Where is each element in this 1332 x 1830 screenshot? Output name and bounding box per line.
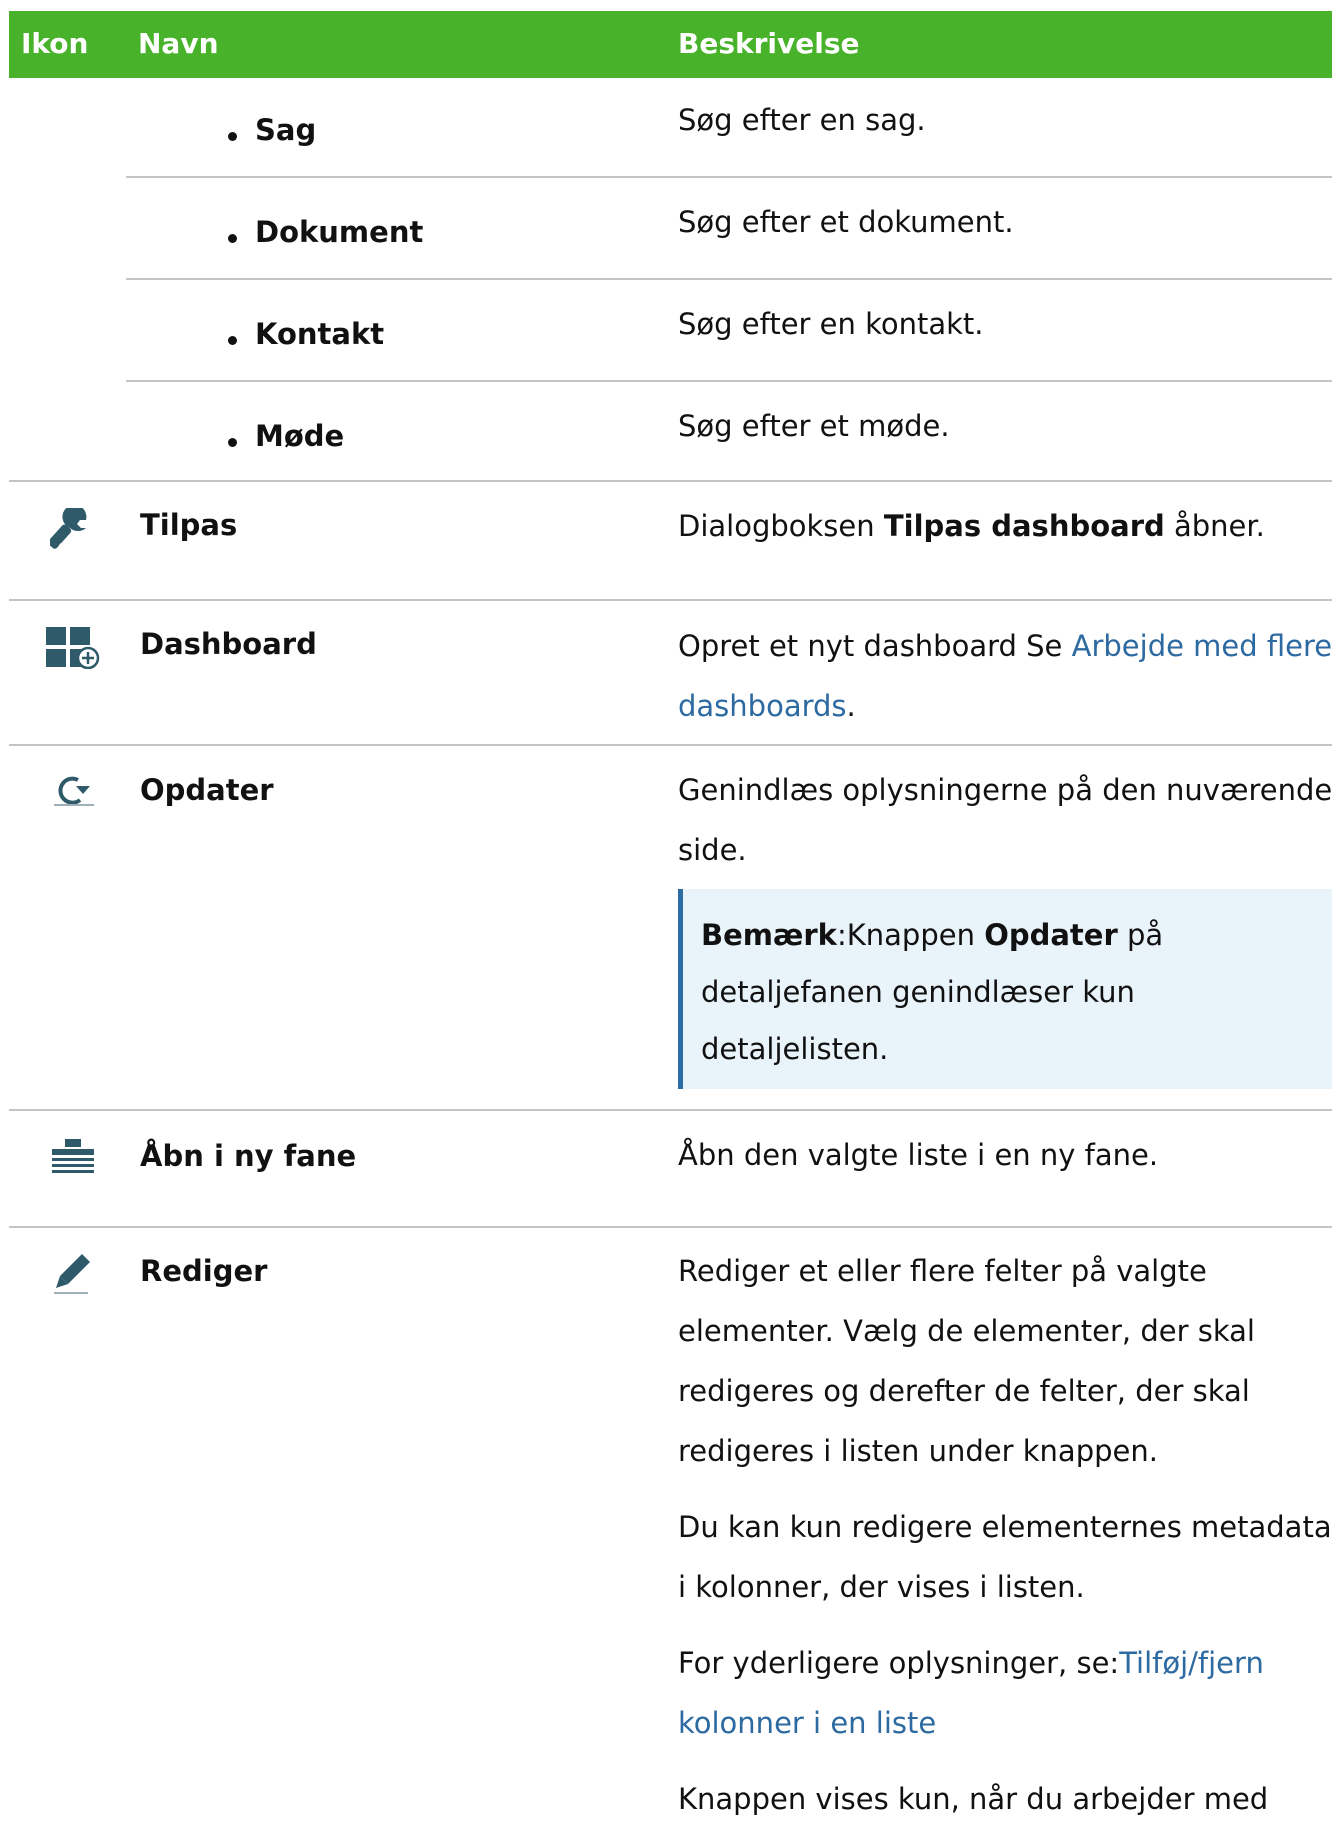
document-page: Ikon Navn Beskrivelse Sag Søg efter en s… [0, 0, 1332, 1830]
row-divider [9, 1109, 1332, 1111]
link-dashboards[interactable]: dashboards [678, 689, 847, 723]
row-description: Søg efter et dokument. [678, 205, 1014, 239]
row-description: elementer. Vælg de elementer, der skal [678, 1314, 1255, 1348]
link-tilfoej-fjern[interactable]: Tilføj/fjern [1119, 1646, 1264, 1680]
row-divider [9, 744, 1332, 746]
row-description: Opret et nyt dashboard Se Arbejde med fl… [678, 629, 1332, 663]
header-ikon: Ikon [21, 27, 89, 60]
row-description-cont: dashboards. [678, 689, 856, 723]
dashboard-add-icon [46, 627, 100, 669]
row-description-cont: side. [678, 833, 747, 867]
bullet [228, 438, 237, 447]
row-description: Genindlæs oplysningerne på den nuværende [678, 773, 1332, 807]
refresh-icon [54, 776, 94, 806]
wrench-icon [50, 508, 87, 549]
header-navn: Navn [138, 27, 219, 60]
table-header: Ikon Navn Beskrivelse [9, 11, 1332, 78]
bullet [228, 234, 237, 243]
row-description: Rediger et eller flere felter på valgte [678, 1254, 1207, 1288]
link-arbejde-med-flere[interactable]: Arbejde med flere [1072, 629, 1332, 663]
note-line-1: Bemærk:Knappen Opdater på [701, 918, 1164, 952]
row-description: redigeres i listen under knappen. [678, 1434, 1158, 1468]
note-line-2: detaljefanen genindlæser kun [701, 975, 1135, 1009]
row-divider [9, 1226, 1332, 1228]
row-description: Knappen vises kun, når du arbejder med [678, 1782, 1269, 1816]
pencil-icon [54, 1254, 90, 1294]
row-description: Dialogboksen Tilpas dashboard åbner. [678, 509, 1265, 543]
row-name: Kontakt [255, 317, 385, 351]
row-description: Søg efter et møde. [678, 409, 950, 443]
row-divider [126, 176, 1332, 178]
row-description: Søg efter en sag. [678, 103, 926, 137]
bullet [228, 132, 237, 141]
row-name: Sag [255, 113, 317, 147]
bullet [228, 336, 237, 345]
row-divider [126, 380, 1332, 382]
row-name: Åbn i ny fane [140, 1139, 357, 1173]
open-new-tab-icon [52, 1139, 94, 1173]
row-name: Dokument [255, 215, 424, 249]
row-description: Du kan kun redigere elementernes metadat… [678, 1510, 1332, 1544]
row-description: kolonner i en liste [678, 1693, 936, 1753]
row-name: Opdater [140, 773, 274, 807]
row-divider [126, 278, 1332, 280]
row-description: Åbn den valgte liste i en ny fane. [678, 1138, 1159, 1172]
row-description: redigeres og derefter de felter, der ska… [678, 1374, 1250, 1408]
note-line-3: detaljelisten. [701, 1032, 889, 1066]
row-divider [9, 599, 1332, 601]
row-description: For yderligere oplysninger, se:Tilføj/fj… [678, 1646, 1264, 1680]
row-description: Søg efter en kontakt. [678, 307, 984, 341]
link-kolonner-i-en-liste[interactable]: kolonner i en liste [678, 1706, 936, 1740]
row-name: Tilpas [140, 508, 238, 542]
row-description: i kolonner, der vises i listen. [678, 1570, 1085, 1604]
row-name: Rediger [140, 1254, 268, 1288]
header-beskrivelse: Beskrivelse [678, 27, 860, 60]
row-name: Møde [255, 419, 345, 453]
row-name: Dashboard [140, 627, 317, 661]
row-divider [9, 480, 1332, 482]
